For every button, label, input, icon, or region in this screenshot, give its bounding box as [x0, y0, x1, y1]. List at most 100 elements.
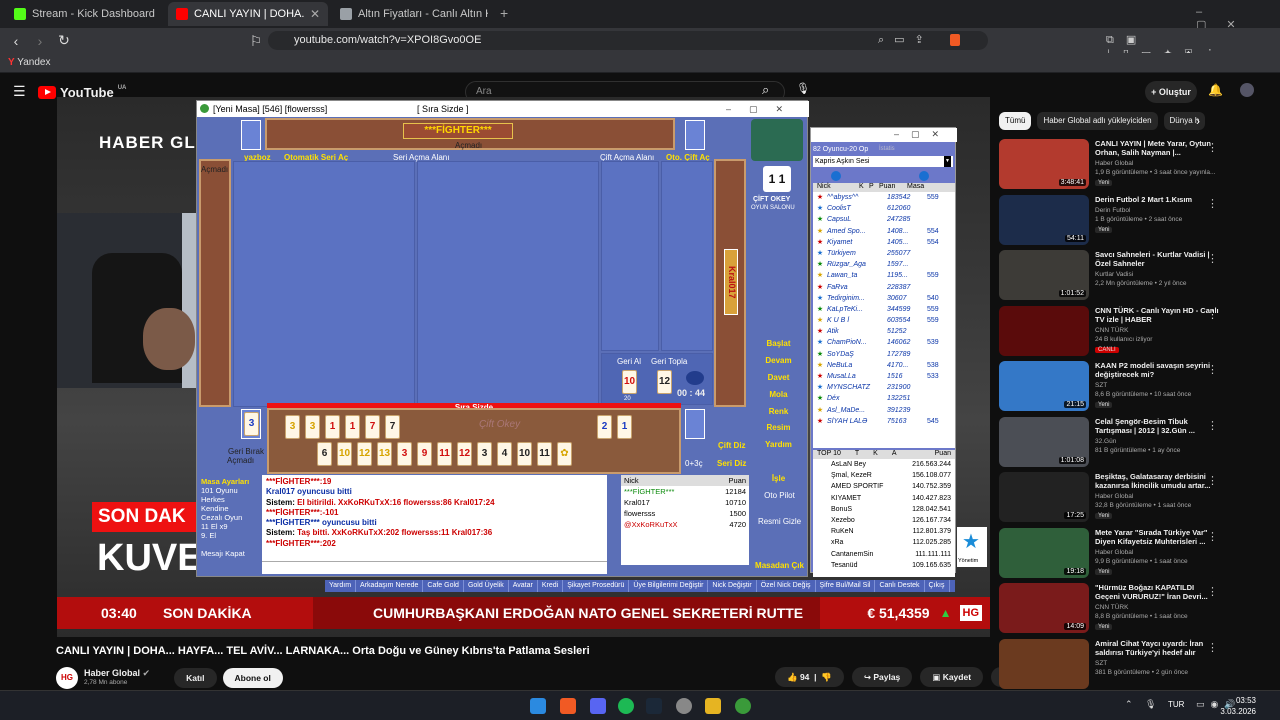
language-indicator[interactable]: TUR [1168, 700, 1184, 709]
join-button[interactable]: Katıl [174, 668, 217, 688]
footer-link[interactable]: Avatar [509, 580, 538, 592]
more-options-icon[interactable]: ⋮ [1207, 474, 1218, 487]
window-controls-icon[interactable]: –▢✕ [726, 101, 801, 117]
video-title[interactable]: Amiral Cihat Yaycı uyardı: İran saldırıs… [1095, 639, 1219, 657]
lobby-row[interactable]: ★ Déx 132251 [813, 393, 955, 404]
channel-name[interactable]: Haber Global ✔ [84, 668, 150, 678]
video-channel[interactable]: SZT [1095, 381, 1219, 390]
rack-tile[interactable]: 3 [477, 442, 492, 466]
channel-avatar[interactable]: HG [56, 667, 78, 689]
lobby-row[interactable]: ★ Türkiyem 255077 [813, 248, 955, 259]
lobby-row[interactable]: ★ Lawan_ta 1195... 559 [813, 270, 955, 281]
clock[interactable]: 03:53 3.03.2026 [1220, 695, 1256, 717]
more-options-icon[interactable]: ⋮ [1207, 641, 1218, 654]
like-button[interactable]: 👍 94 | 👎 [775, 667, 844, 687]
rack-tile[interactable]: 3 [397, 442, 412, 466]
video-channel[interactable]: CNN TÜRK [1095, 603, 1219, 612]
url-actions-icon[interactable]: ⌕▭⇪ [878, 33, 934, 47]
tab-youtube[interactable]: CANLI YAYIN | DOHA... HAYFA... ✕ [168, 2, 328, 26]
recommended-video[interactable]: Amiral Cihat Yaycı uyardı: İran saldırıs… [999, 638, 1224, 695]
discard-slot[interactable] [685, 409, 705, 439]
subscribe-button[interactable]: Abone ol [222, 668, 283, 688]
menu-davet[interactable]: Davet [750, 370, 807, 387]
discord-icon[interactable] [590, 698, 606, 714]
steam-icon[interactable] [646, 698, 662, 714]
reload-icon[interactable]: ↻ [54, 32, 74, 49]
next-room-icon[interactable] [919, 171, 929, 181]
more-options-icon[interactable]: ⋮ [1207, 530, 1218, 543]
lobby-row[interactable]: ★ CapsuL 247285 [813, 214, 955, 225]
video-thumbnail[interactable]: 1:01:52 [999, 250, 1089, 300]
rack-tile[interactable]: 9 [417, 442, 432, 466]
lobby-row[interactable]: ★ KaLpTeKi... 344599 559 [813, 304, 955, 315]
menu-yardım[interactable]: Yardım [750, 437, 807, 454]
top10-row[interactable]: CantanemSin 111.111.111 [813, 549, 955, 560]
recommended-video[interactable]: 1:01:08 Celal Şengör-Besim Tibuk Tartışma… [999, 416, 1224, 473]
search-icon[interactable]: ⌕ [762, 82, 769, 98]
lobby-row[interactable]: ★ Kiyamet 1405... 554 [813, 237, 955, 248]
footer-link[interactable]: Şifre Bul/Mail Sil [816, 580, 876, 592]
rack-tile[interactable]: 12 [457, 442, 472, 466]
window-controls-icon[interactable]: –▢✕ [894, 129, 951, 140]
obs-icon[interactable] [676, 698, 692, 714]
lobby-row[interactable]: ★ Asl_MaDe... 391239 [813, 405, 955, 416]
footer-link[interactable]: Kredi [538, 580, 564, 592]
top10-row[interactable]: AMED SPORTIF 140.752.359 [813, 481, 955, 492]
menu-icon[interactable]: ☰ [13, 83, 26, 100]
top-right-slot[interactable] [685, 120, 705, 150]
lobby-row[interactable]: ★ Amed Spo... 1408... 554 [813, 226, 955, 237]
tab-altin[interactable]: Altın Fiyatları - Canlı Altın Kuru ve Al [332, 2, 500, 26]
windows-start-icon[interactable] [530, 698, 546, 714]
notifications-icon[interactable]: 🔔 [1208, 83, 1223, 97]
player-row[interactable]: flowersss 1500 [621, 508, 749, 519]
video-title[interactable]: Mete Yarar "Sırada Türkiye Var" Diyen Ki… [1095, 528, 1219, 546]
recommended-video[interactable]: 1:01:52 Savcı Sahneleri - Kurtlar Vadisi … [999, 250, 1224, 306]
video-channel[interactable]: 32.Gün [1095, 437, 1219, 446]
more-options-icon[interactable]: ⋮ [1207, 308, 1218, 321]
top10-row[interactable]: RuKeN 112.801.379 [813, 526, 955, 537]
bookmark-icon[interactable]: ⚐ [246, 33, 266, 50]
rack-tile[interactable]: 3 [305, 415, 320, 439]
player-row[interactable]: @XxKoRKuTxX 4720 [621, 519, 749, 530]
video-channel[interactable]: SZT [1095, 659, 1219, 668]
lobby-row[interactable]: ★ MYNSCHATZ 231900 [813, 382, 955, 393]
video-title[interactable]: Beşiktaş, Galatasaray derbisini kazanırs… [1095, 472, 1219, 490]
menu-i̇şle[interactable]: İşle [750, 471, 807, 488]
footer-link[interactable]: Çıkış [925, 580, 950, 592]
video-title[interactable]: "Hürmüz Boğazı KAPATILDI Geçeni VURURUZ!… [1095, 583, 1219, 601]
prev-room-icon[interactable] [831, 171, 841, 181]
recommended-video[interactable]: 17:25 Beşiktaş, Galatasaray derbisini kaz… [999, 472, 1224, 528]
video-title[interactable]: Savcı Sahneleri - Kurtlar Vadisi | Özel … [1095, 250, 1219, 268]
rack-tile[interactable]: 10 [337, 442, 352, 466]
menu-mola[interactable]: Mola [750, 387, 807, 404]
lobby-row[interactable]: ★ Rüzgar_Aga 1597... [813, 259, 955, 270]
lobby-row[interactable]: ★ Tedirginim... 30607 540 [813, 293, 955, 304]
player-row[interactable]: Kral017 10710 [621, 497, 749, 508]
side-button-1[interactable]: Resmi Gizle [752, 517, 807, 526]
rack-tile[interactable]: 1 [345, 415, 360, 439]
recommended-video[interactable]: 21:15 KAAN P2 modeli savaşın seyrini deği… [999, 361, 1224, 417]
video-channel[interactable]: CNN TÜRK [1095, 326, 1219, 335]
more-options-icon[interactable]: ⋮ [1207, 585, 1218, 598]
video-title[interactable]: CNN TÜRK - Canlı Yayın HD - Canlı TV izl… [1095, 306, 1219, 324]
lobby-row[interactable]: ★ Atik 51252 [813, 326, 955, 337]
footer-link[interactable]: Gold Üyelik [464, 580, 509, 592]
rack-tile[interactable]: 7 [365, 415, 380, 439]
brave-icon[interactable] [560, 698, 576, 714]
rack-tile[interactable]: 12 [357, 442, 372, 466]
mic-tray-icon[interactable]: 🎙 [1145, 699, 1156, 710]
footer-link[interactable]: Nick Değiştir [708, 580, 757, 592]
folder-icon[interactable] [705, 698, 721, 714]
okey-app-icon[interactable] [735, 698, 751, 714]
more-options-icon[interactable]: ⋮ [1207, 419, 1218, 432]
rack-tile[interactable]: 7 [385, 415, 400, 439]
video-channel[interactable]: Derin Futbol [1095, 206, 1219, 215]
create-button[interactable]: + Oluştur [1145, 81, 1197, 103]
more-options-icon[interactable]: ⋮ [1207, 252, 1218, 265]
video-thumbnail[interactable]: 1:01:08 [999, 416, 1089, 467]
forward-icon[interactable]: › [30, 33, 50, 49]
footer-link[interactable]: Şikayet Prosedürü [563, 580, 630, 592]
top10-row[interactable]: KIYAMET 140.427.823 [813, 493, 955, 504]
chip-0[interactable]: Tümü [999, 112, 1032, 130]
tab-kick[interactable]: Stream - Kick Dashboard [6, 2, 166, 26]
